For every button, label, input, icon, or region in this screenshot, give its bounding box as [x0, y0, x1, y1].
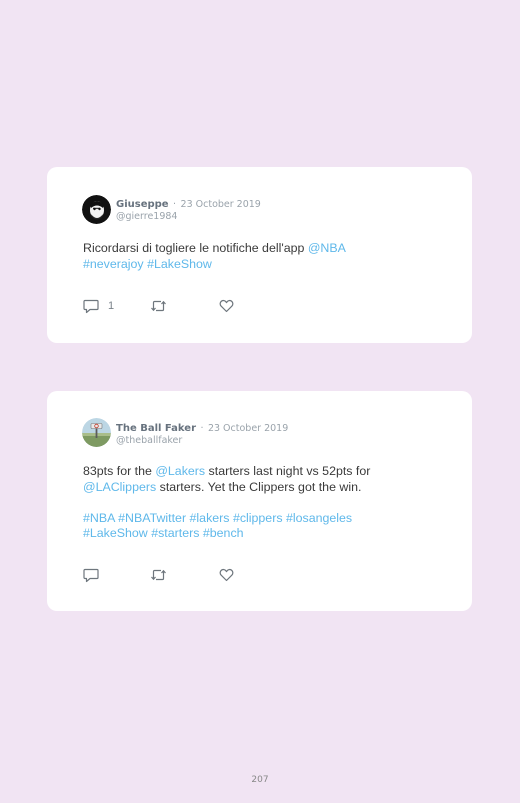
retweet-button[interactable]: [150, 298, 167, 314]
tweet-text: Ricordarsi di togliere le notifiche dell…: [83, 241, 432, 272]
tweet-date[interactable]: 23 October 2019: [181, 199, 261, 210]
mention-link[interactable]: @NBA: [308, 241, 346, 255]
mention-link[interactable]: @Lakers: [155, 464, 205, 478]
like-button[interactable]: [219, 567, 234, 583]
separator-dot: ·: [200, 423, 204, 434]
hashtag-link[interactable]: #starters: [151, 526, 199, 540]
hashtag-link[interactable]: #bench: [203, 526, 244, 540]
author-handle[interactable]: @gierre1984: [116, 211, 261, 223]
avatar[interactable]: [82, 195, 111, 224]
hashtag-link[interactable]: #NBATwitter: [118, 511, 186, 525]
page-number: 207: [251, 775, 269, 785]
retweet-button[interactable]: [150, 567, 167, 583]
hashtag-link[interactable]: #lakers: [190, 511, 230, 525]
author-name[interactable]: The Ball Faker: [116, 423, 196, 434]
tweet-header: The Ball Faker · 23 October 2019 @thebal…: [116, 421, 288, 447]
tweet-text-segment: Ricordarsi di togliere le notifiche dell…: [83, 241, 308, 255]
hashtag-link[interactable]: #neverajoy: [83, 257, 144, 271]
hashtag-link[interactable]: #NBA: [83, 511, 115, 525]
tweet-text-segment: starters. Yet the Clippers got the win.: [156, 479, 362, 494]
avatar[interactable]: [82, 418, 111, 447]
tweet-card: Giuseppe · 23 October 2019 @gierre1984 R…: [47, 167, 472, 343]
reply-count: 1: [108, 300, 115, 312]
mention-link[interactable]: @LAClippers: [83, 480, 156, 494]
heart-icon: [219, 568, 234, 582]
tweet-text: 83pts for the @Lakers starters last nigh…: [83, 464, 432, 542]
hashtag-link[interactable]: #losangeles: [286, 511, 352, 525]
tweet-text-segment: 83pts for the: [83, 464, 156, 478]
reply-button[interactable]: 1: [83, 298, 114, 314]
tweet-text-segment: starters last night vs 52pts for: [205, 464, 371, 478]
tweet-card: The Ball Faker · 23 October 2019 @thebal…: [47, 391, 472, 611]
reply-icon: [83, 299, 99, 313]
author-handle[interactable]: @theballfaker: [116, 435, 288, 447]
tweet-date[interactable]: 23 October 2019: [208, 423, 288, 434]
reply-icon: [83, 568, 99, 582]
retweet-icon: [151, 300, 166, 312]
retweet-icon: [151, 569, 166, 581]
separator-dot: ·: [173, 199, 177, 210]
like-button[interactable]: [219, 298, 234, 314]
reply-button[interactable]: [83, 567, 108, 583]
heart-icon: [219, 299, 234, 313]
tweet-header: Giuseppe · 23 October 2019 @gierre1984: [116, 197, 261, 223]
hashtag-link[interactable]: #clippers: [233, 511, 283, 525]
hashtag-link[interactable]: #LakeShow: [83, 526, 148, 540]
author-name[interactable]: Giuseppe: [116, 199, 169, 210]
hashtag-link[interactable]: #LakeShow: [147, 257, 212, 271]
